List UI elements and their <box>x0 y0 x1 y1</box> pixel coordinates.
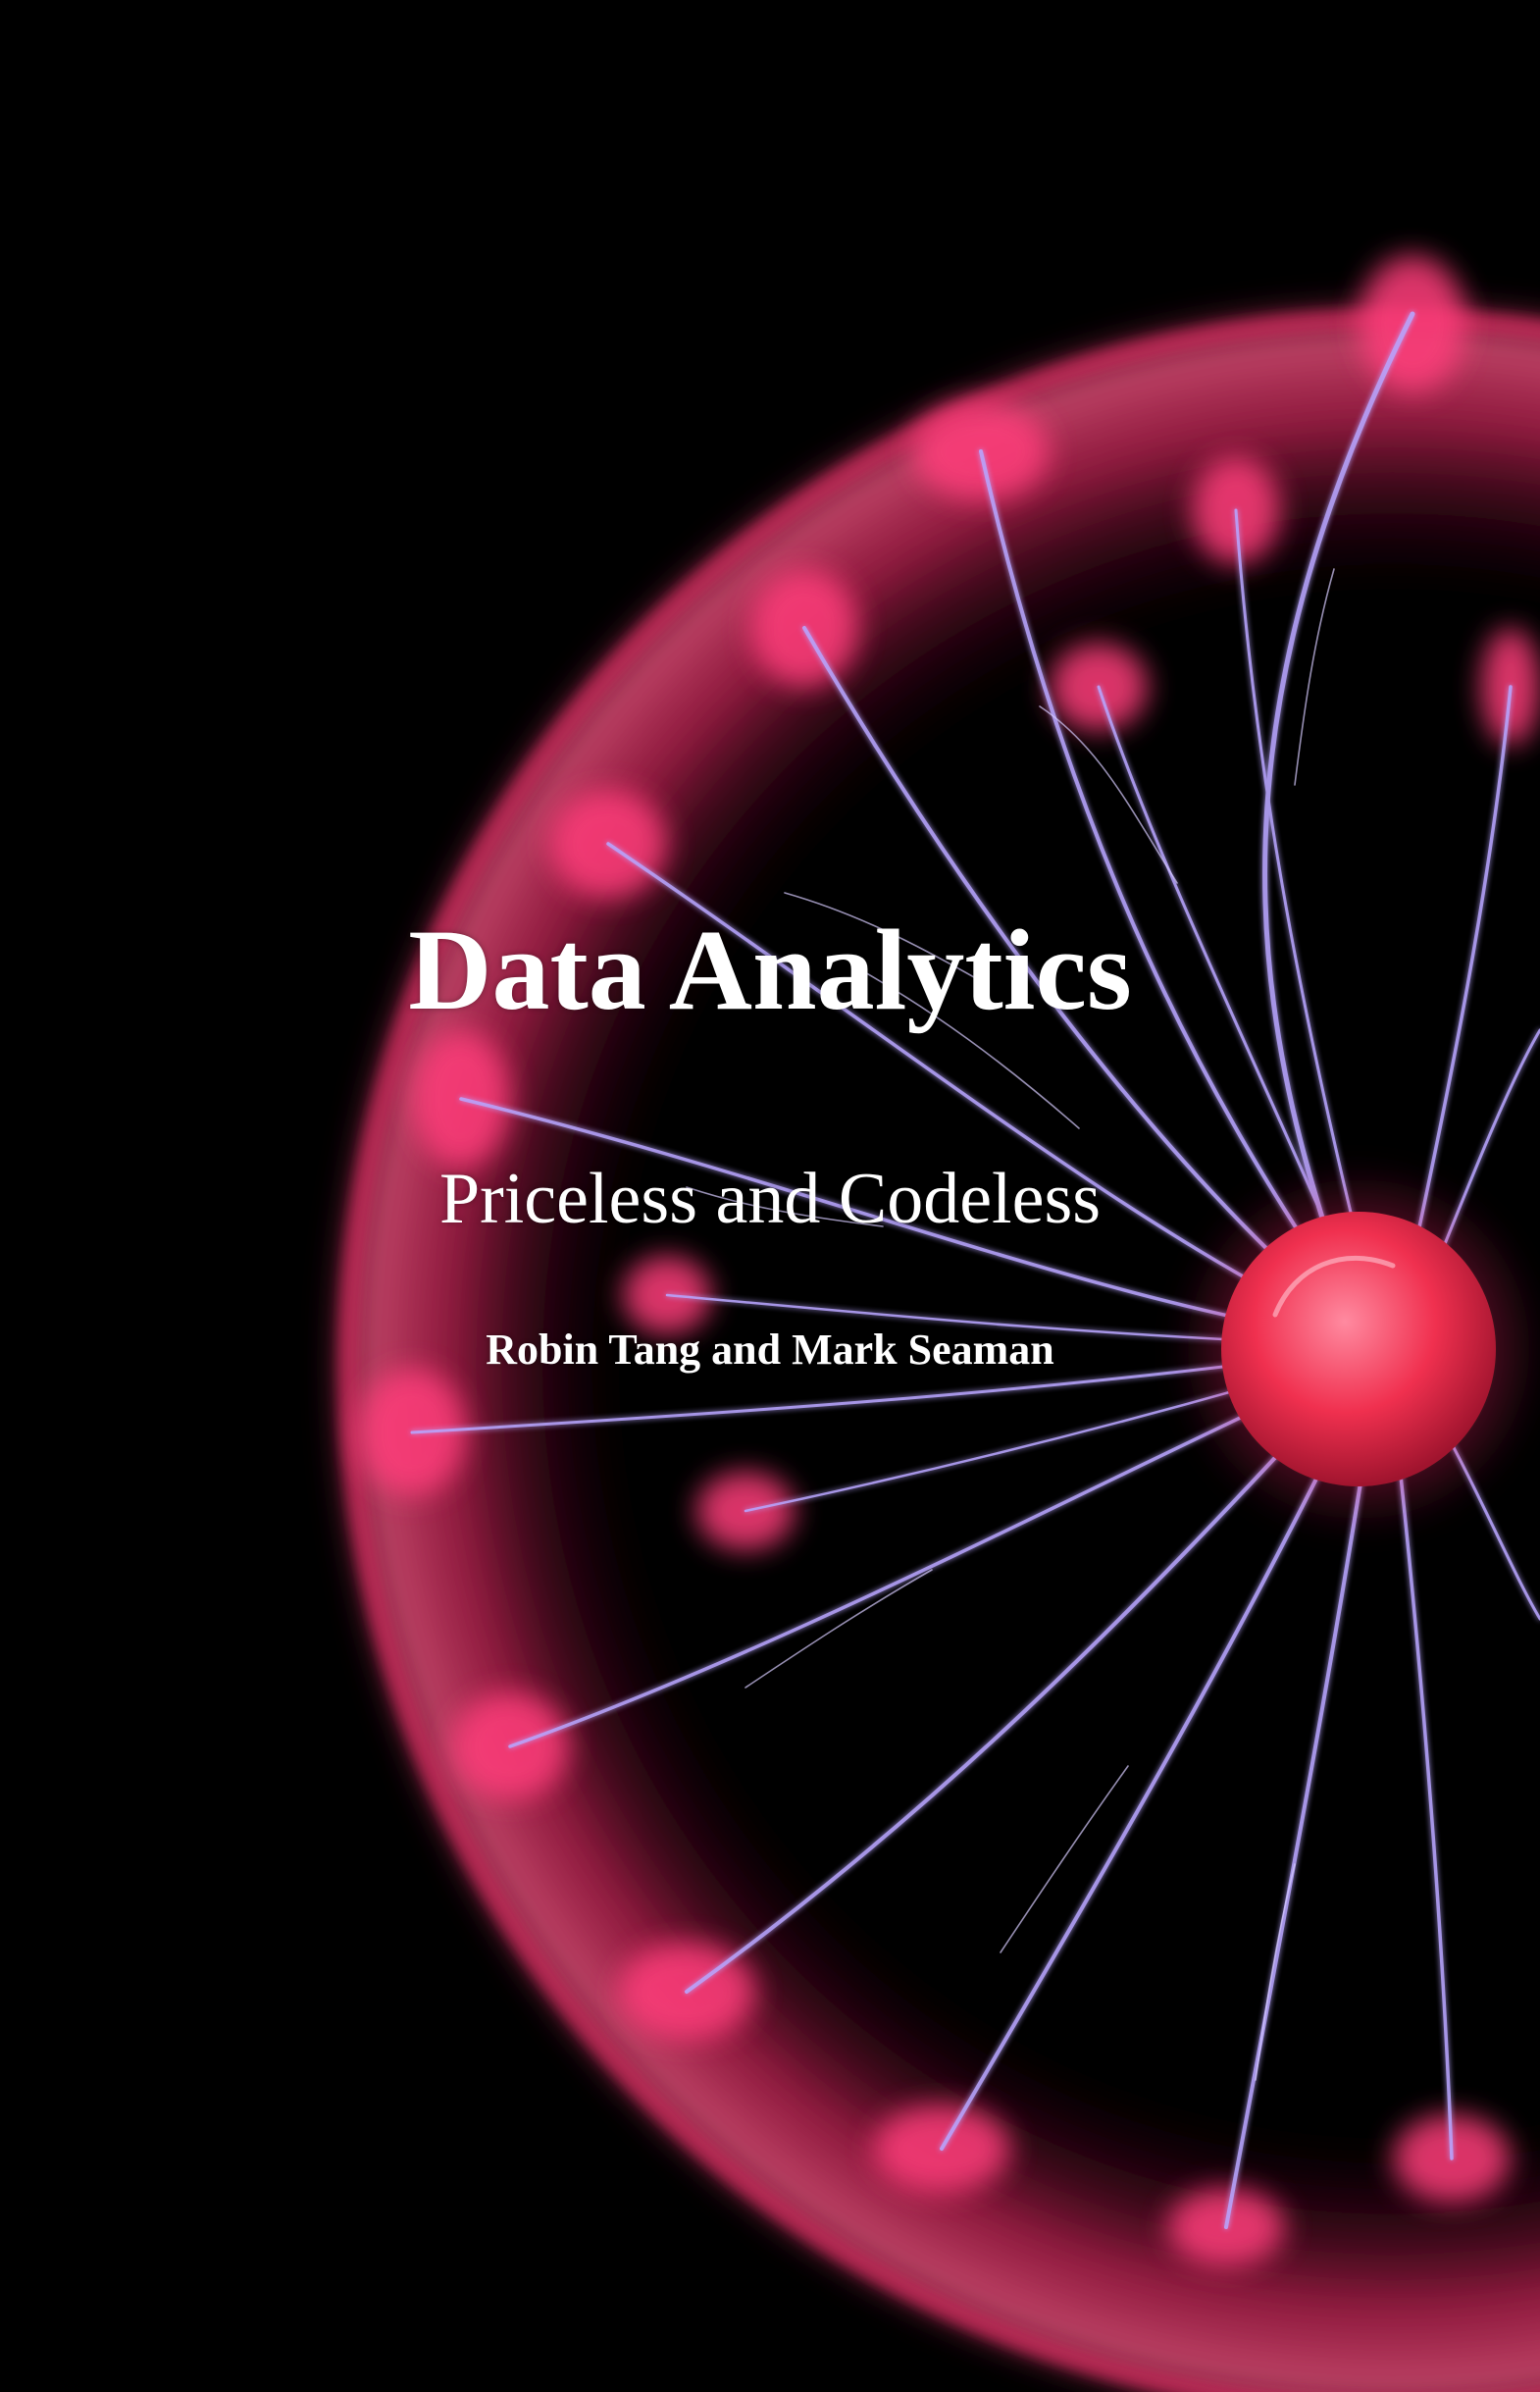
plasma-ball-illustration <box>324 255 1540 2392</box>
book-cover: Data Analytics Priceless and Codeless Ro… <box>0 0 1540 2392</box>
plasma-core <box>1221 1212 1496 1486</box>
